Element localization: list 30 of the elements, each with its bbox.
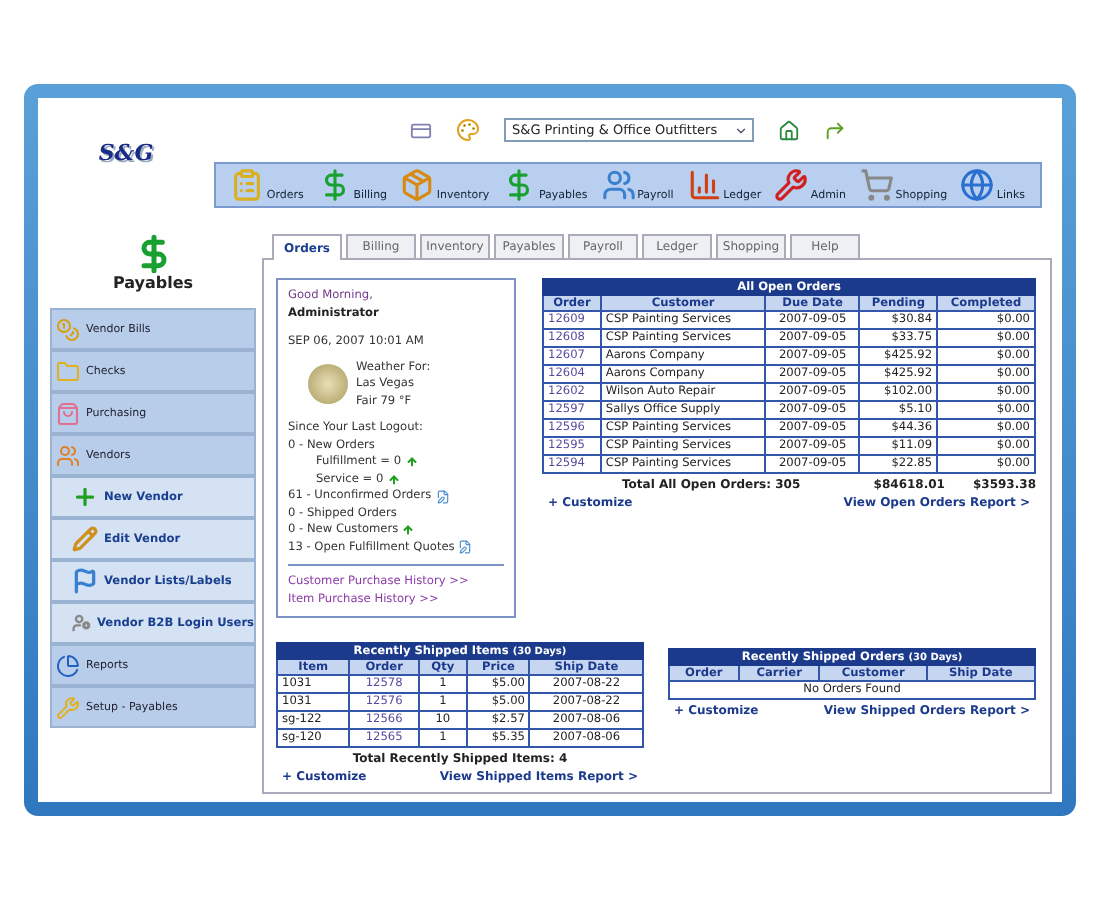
bag-icon: [56, 401, 80, 425]
wrench-icon: [56, 695, 80, 719]
up-arrow-icon: [402, 524, 415, 537]
caret-icon: [734, 123, 748, 137]
up-arrow-icon: [405, 456, 418, 469]
people-icon: [601, 168, 636, 202]
up-arrow-icon: [387, 473, 400, 486]
logo: S&G: [98, 140, 154, 166]
wrench-icon: [774, 168, 809, 202]
globe-icon: [960, 168, 995, 202]
box-icon: [400, 168, 435, 202]
people-icon: [56, 443, 80, 467]
plus-icon: [72, 484, 98, 510]
note-icon: [458, 540, 473, 555]
flag-icon: [72, 568, 98, 594]
coins-icon: [56, 317, 80, 341]
user-gear-icon: [72, 610, 92, 636]
forward-arrow-icon[interactable]: [824, 119, 846, 141]
cart-icon: [859, 168, 894, 202]
palette-icon[interactable]: [456, 118, 480, 142]
clipboard-icon: [230, 168, 265, 202]
chart-icon: [687, 168, 722, 202]
note-icon: [435, 489, 450, 504]
sidebar-title: Payables: [112, 274, 194, 292]
weather-icon: [308, 364, 348, 405]
pencil-icon: [72, 526, 98, 552]
folder-icon: [56, 359, 80, 383]
pie-chart-icon: [56, 653, 80, 677]
home-icon[interactable]: [778, 119, 800, 141]
card-icon[interactable]: [410, 119, 432, 141]
